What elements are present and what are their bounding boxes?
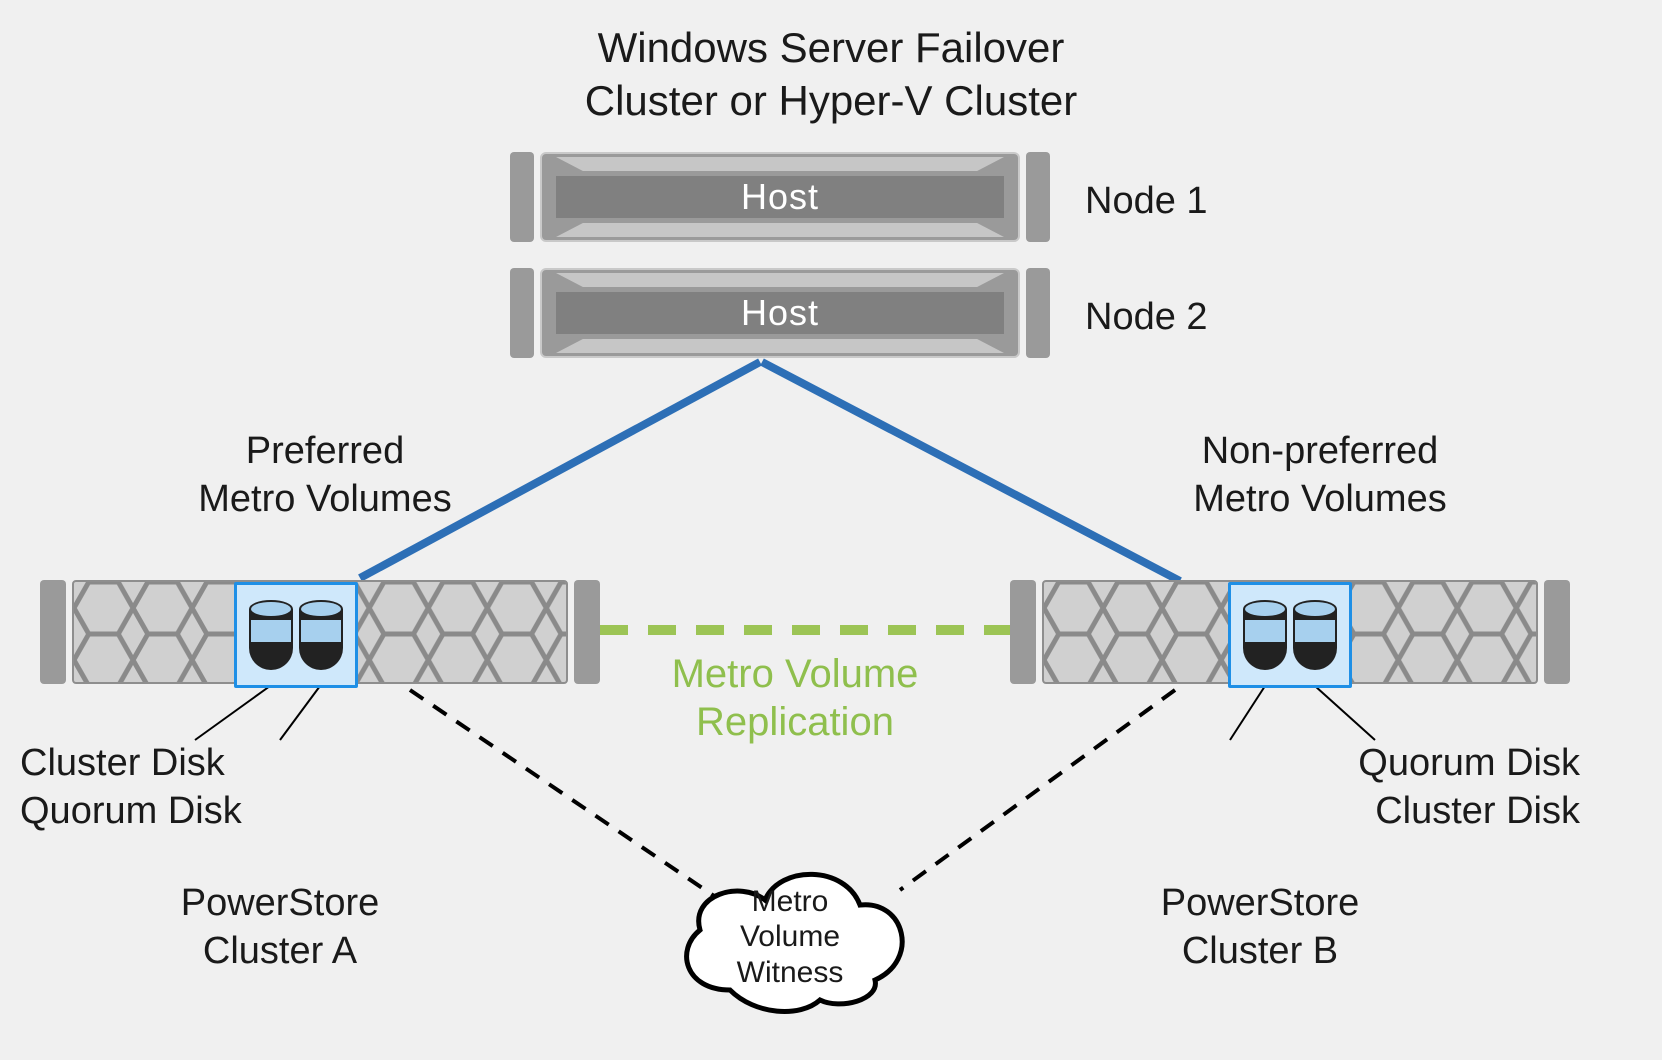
cluster-a-disks-icon	[234, 582, 358, 688]
disk-icon	[249, 600, 293, 670]
host-label-2: Host	[741, 292, 819, 334]
metro-volume-witness: Metro Volume Witness	[660, 850, 920, 1020]
nonpreferred-label: Non-preferred Metro Volumes	[1145, 428, 1495, 523]
cluster-b-disks-icon	[1228, 582, 1352, 688]
title-line2: Cluster or Hyper-V Cluster	[585, 77, 1077, 124]
host-node-1: Host	[510, 152, 1050, 242]
title-line1: Windows Server Failover	[598, 24, 1065, 71]
node2-label: Node 2	[1085, 294, 1285, 342]
disk-icon	[1293, 600, 1337, 670]
node1-label: Node 1	[1085, 178, 1285, 226]
replication-label: Metro Volume Replication	[630, 650, 960, 746]
diagram-stage: Windows Server Failover Cluster or Hyper…	[0, 0, 1662, 1060]
cluster-a-disk-labels: Cluster Disk Quorum Disk	[20, 740, 320, 835]
host-label-1: Host	[741, 176, 819, 218]
disk-icon	[299, 600, 343, 670]
diagram-title: Windows Server Failover Cluster or Hyper…	[0, 22, 1662, 127]
preferred-label: Preferred Metro Volumes	[150, 428, 500, 523]
witness-label: Metro Volume Witness	[660, 884, 920, 990]
cluster-b-disk-labels: Quorum Disk Cluster Disk	[1240, 740, 1580, 835]
cluster-b-name: PowerStore Cluster B	[1110, 880, 1410, 975]
disk-icon	[1243, 600, 1287, 670]
cluster-a-name: PowerStore Cluster A	[130, 880, 430, 975]
host-node-2: Host	[510, 268, 1050, 358]
